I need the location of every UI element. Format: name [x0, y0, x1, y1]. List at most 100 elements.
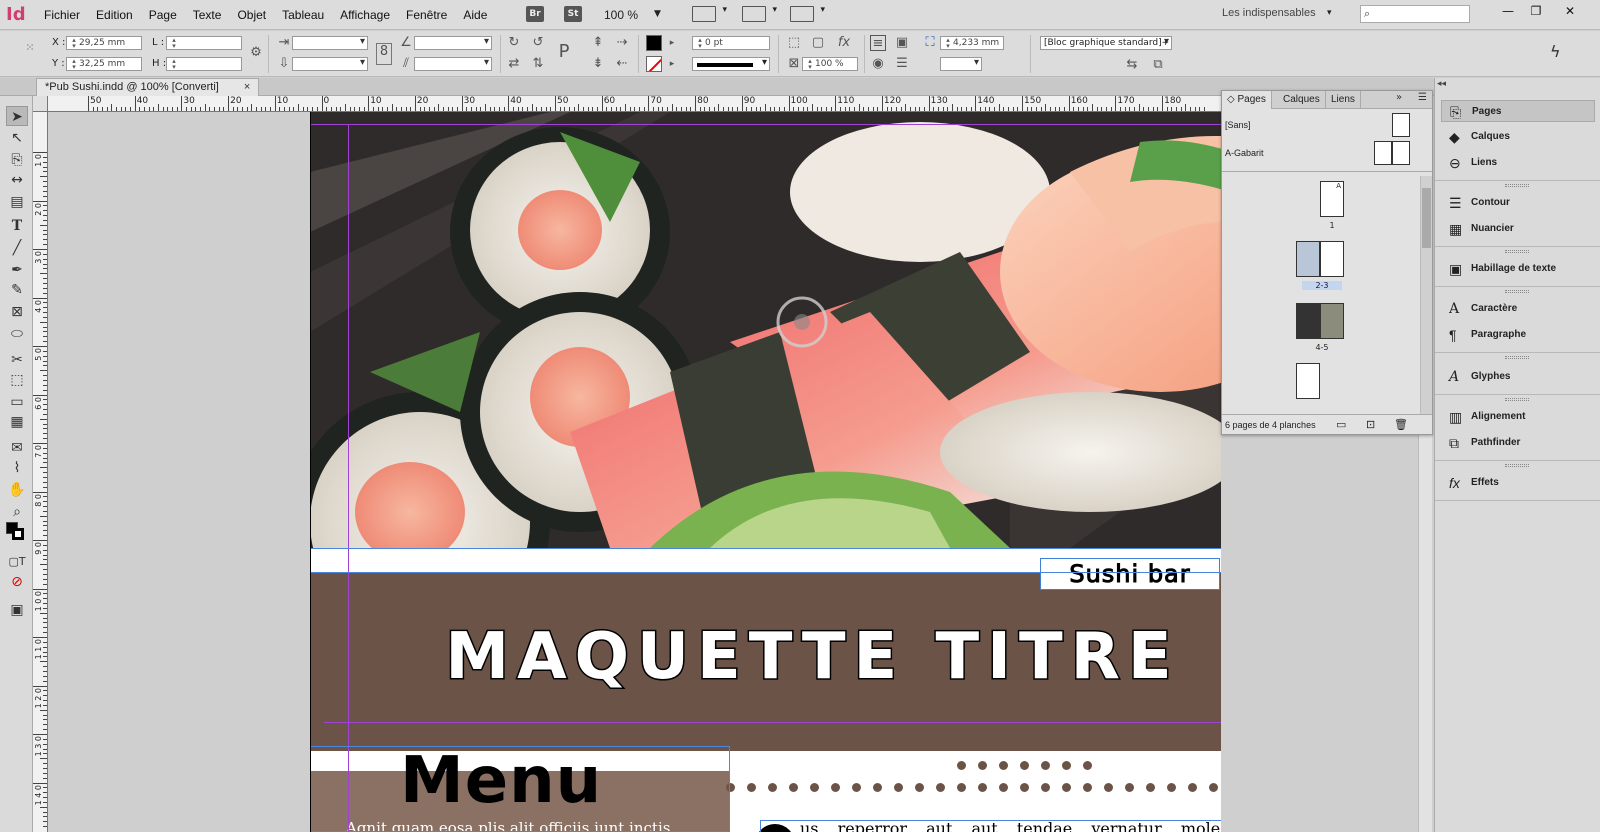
quick-apply-lightning-icon[interactable]: ϟ — [1550, 42, 1561, 61]
tab-calques[interactable]: Calques — [1278, 91, 1326, 109]
quick-apply-icon[interactable]: ⧉ — [1150, 57, 1166, 73]
direct-selection-tool-icon[interactable]: ↖ — [6, 128, 28, 148]
close-tab-icon[interactable]: × — [244, 81, 250, 93]
page-1-thumb[interactable]: A — [1320, 181, 1344, 217]
page-size-icon[interactable]: ▭ — [1336, 418, 1346, 431]
vertical-ruler[interactable]: 1 0 2 0 3 0 4 0 5 0 6 0 7 0 8 0 9 0 1 0 0 1 1 0 1 2… — [33, 112, 48, 832]
document-tab[interactable]: *Pub Sushi.indd @ 100% [Converti] × — [36, 78, 260, 96]
bridge-button[interactable]: Br — [526, 6, 544, 22]
arrange-documents-icon[interactable] — [790, 5, 825, 22]
page-1-label[interactable]: 1 — [1312, 221, 1352, 230]
dock-item-caractere[interactable]: A Caractère — [1441, 298, 1595, 320]
gradient-tool-icon[interactable]: ▭ — [6, 392, 28, 412]
dock-item-pages[interactable]: ⎘ Pages — [1441, 100, 1595, 122]
stroke-swatch[interactable] — [646, 56, 662, 72]
spread-4-5-label[interactable]: 4-5 — [1302, 343, 1342, 352]
tab-pages[interactable]: ◇ Pages — [1222, 91, 1272, 109]
shadow-icon[interactable]: ▢ — [810, 35, 826, 51]
spread-2-3-label[interactable]: 2-3 — [1302, 281, 1342, 290]
select-content-icon[interactable]: ⇟ — [590, 56, 606, 72]
eyedropper-tool-icon[interactable]: ⌇ — [6, 458, 28, 478]
stroke-color-swatch[interactable] — [12, 528, 24, 540]
menu-texte[interactable]: Texte — [193, 8, 222, 22]
path-type-icon[interactable]: P — [556, 43, 572, 61]
rotate-ccw-icon[interactable]: ↺ — [530, 35, 546, 51]
document-page[interactable]: Sushi bar MAQUETTE TITRE Menu Agnit quam… — [310, 112, 1221, 832]
frame-fitting-icon[interactable]: ⛶ — [922, 35, 938, 51]
apply-none-icon[interactable]: ⊘ — [6, 572, 28, 592]
dock-item-glyphes[interactable]: A Glyphes — [1441, 366, 1595, 388]
pages-panel-scrollbar[interactable] — [1420, 176, 1432, 414]
new-page-icon[interactable]: ⊡ — [1366, 418, 1375, 431]
pencil-tool-icon[interactable]: ✎ — [6, 280, 28, 300]
dock-item-paragraphe[interactable]: ¶ Paragraphe — [1441, 324, 1595, 346]
chevron-down-icon[interactable]: ▼ — [654, 9, 661, 19]
link-scale-icon[interactable]: 8 — [376, 43, 392, 65]
collapse-panel-icon[interactable]: » — [1396, 92, 1402, 103]
constrain-proportions-icon[interactable]: ⚙ — [248, 45, 264, 61]
minimize-button[interactable]: — — [1494, 3, 1522, 21]
rectangle-frame-tool-icon[interactable]: ⊠ — [6, 302, 28, 322]
page-4-thumb[interactable] — [1296, 303, 1320, 339]
trash-icon[interactable]: 🗑 — [1394, 418, 1408, 431]
horizontal-ruler[interactable]: 50 40 30 20 10 0 10 20 30 40 50 60 70 80 90 100 110 120 13… — [48, 96, 1221, 112]
menu-objet[interactable]: Objet — [237, 8, 266, 22]
master-a-gabarit[interactable]: A-Gabarit — [1222, 139, 1432, 167]
stroke-type-dropdown[interactable] — [692, 57, 770, 71]
hand-tool-icon[interactable]: ✋ — [6, 480, 28, 500]
text-wrap-bbox-icon[interactable]: ▣ — [894, 35, 910, 51]
menu-fenetre[interactable]: Fenêtre — [406, 8, 447, 22]
formatting-container-icon[interactable]: ▢T — [6, 552, 28, 572]
text-wrap-shape-icon[interactable]: ◉ — [870, 56, 886, 72]
pen-tool-icon[interactable]: ✒ — [6, 260, 28, 280]
page-3-thumb[interactable] — [1320, 241, 1344, 277]
stroke-weight-field[interactable]: 0 pt — [692, 36, 770, 50]
shear-field[interactable] — [414, 57, 492, 71]
page-2-thumb[interactable] — [1296, 241, 1320, 277]
menu-fichier[interactable]: Fichier — [44, 8, 80, 22]
gap-tool-icon[interactable]: ↔ — [6, 170, 28, 190]
reference-point-icon[interactable]: ⁙ — [22, 40, 38, 56]
screen-mode-icon[interactable] — [742, 5, 777, 22]
dock-item-liens[interactable]: ⊖ Liens — [1441, 152, 1595, 174]
selection-tool-icon[interactable]: ➤ — [6, 106, 28, 126]
menu-page[interactable]: Page — [149, 8, 177, 22]
stock-button[interactable]: St — [564, 6, 582, 22]
dock-item-pathfinder[interactable]: ⧉ Pathfinder — [1441, 432, 1595, 454]
dock-item-nuancier[interactable]: ▦ Nuancier — [1441, 218, 1595, 240]
restore-button[interactable]: ❐ — [1522, 3, 1550, 21]
chevron-right-icon[interactable]: ▸ — [664, 35, 680, 51]
sushi-photo[interactable] — [310, 112, 1221, 548]
dock-item-habillage[interactable]: ▣ Habillage de texte — [1441, 258, 1595, 280]
x-field[interactable]: 29,25 mm — [66, 36, 142, 50]
expand-panels-icon[interactable]: ◂◂ — [1437, 79, 1446, 89]
rotate-cw-icon[interactable]: ↻ — [506, 35, 522, 51]
close-window-button[interactable]: ✕ — [1556, 3, 1584, 21]
text-wrap-none-icon[interactable]: ≡ — [870, 35, 886, 51]
dock-item-alignement[interactable]: ▥ Alignement — [1441, 406, 1595, 428]
page-5-thumb[interactable] — [1320, 303, 1344, 339]
text-wrap-jump-icon[interactable]: ☰ — [894, 56, 910, 72]
ellipse-tool-icon[interactable]: ⬭ — [6, 324, 28, 344]
zoom-tool-icon[interactable]: ⌕ — [6, 502, 28, 522]
select-next-icon[interactable]: ⇢ — [614, 35, 630, 51]
dock-item-effets[interactable]: fx Effets — [1441, 472, 1595, 494]
view-options-icon[interactable] — [692, 5, 727, 22]
corner-options-icon[interactable]: ⬚ — [786, 35, 802, 51]
flip-h-icon[interactable]: ⇄ — [506, 56, 522, 72]
select-container-icon[interactable]: ⇞ — [590, 35, 606, 51]
chevron-right-icon[interactable]: ▸ — [664, 56, 680, 72]
effects-icon[interactable]: fx — [836, 35, 852, 51]
dock-item-contour[interactable]: ☰ Contour — [1441, 192, 1595, 214]
y-field[interactable]: 32,25 mm — [66, 57, 142, 71]
scale-y-field[interactable] — [292, 57, 368, 71]
object-style-dropdown[interactable]: [Bloc graphique standard]+ — [1040, 36, 1172, 50]
corner-shape-dropdown[interactable] — [940, 57, 982, 71]
width-field[interactable] — [166, 36, 242, 50]
menu-affichage[interactable]: Affichage — [340, 8, 390, 22]
panel-menu-icon[interactable]: ☰ — [1418, 92, 1427, 103]
flip-v-icon[interactable]: ⇅ — [530, 56, 546, 72]
zoom-level[interactable]: 100 % — [604, 8, 638, 22]
menu-edition[interactable]: Edition — [96, 8, 133, 22]
line-tool-icon[interactable]: ╱ — [6, 238, 28, 258]
